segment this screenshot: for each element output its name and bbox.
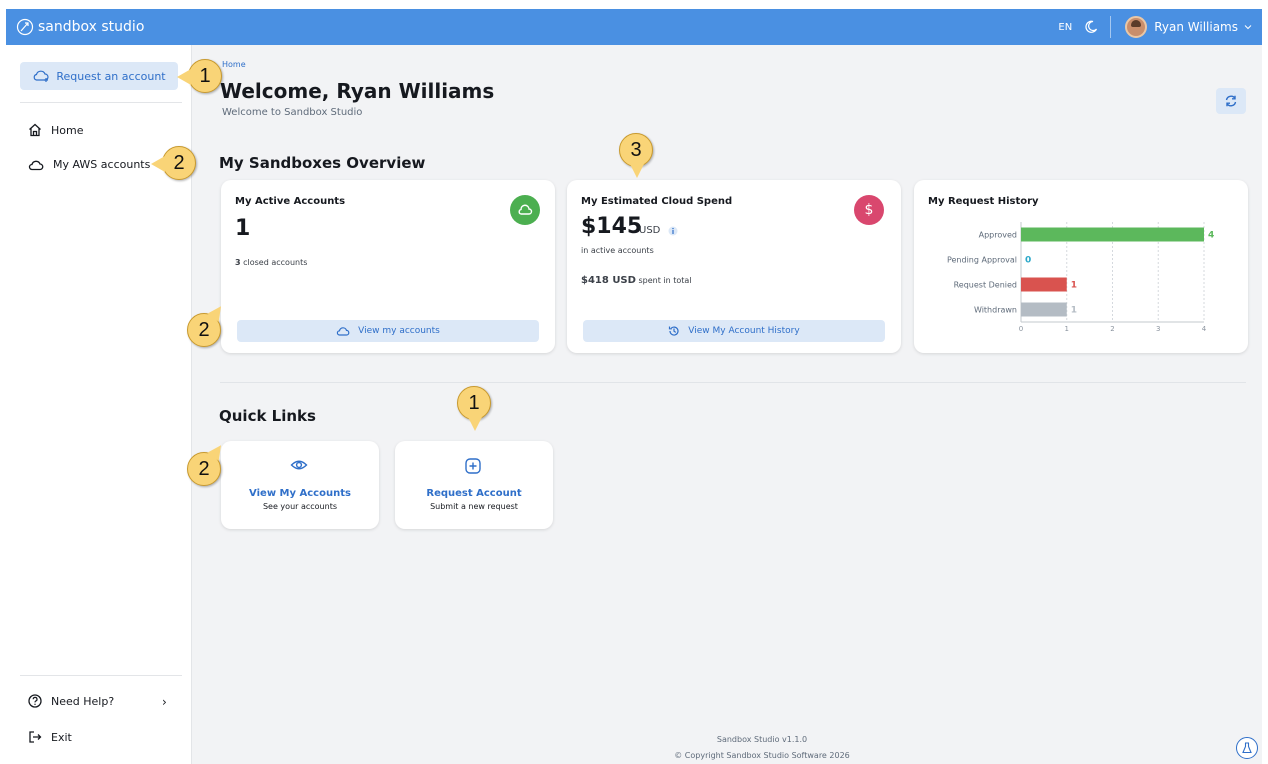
bar bbox=[1021, 227, 1204, 242]
request-history-chart: 0 1 2 3 4 Approved 4 Pending Approval 0 Request D… bbox=[947, 222, 1214, 333]
footer-version: Sandbox Studio v1.1.0 bbox=[716, 735, 808, 744]
data-label: 1 bbox=[1071, 281, 1077, 291]
language-selector[interactable]: EN bbox=[1058, 22, 1072, 33]
cloud-plus-icon bbox=[34, 70, 49, 82]
bar bbox=[1021, 277, 1067, 292]
callout-marker: 1 bbox=[177, 59, 222, 93]
plus-square-icon bbox=[465, 458, 481, 474]
x-tick-label: 1 bbox=[1065, 325, 1069, 333]
total-spend-text: $418 USD spent in total bbox=[581, 275, 692, 286]
active-accounts-card: My Active Accounts 1 3 closed accounts V… bbox=[221, 180, 555, 353]
info-icon[interactable] bbox=[668, 226, 678, 236]
quick-link-title: Request Account bbox=[426, 488, 522, 499]
cloud-icon bbox=[336, 327, 350, 336]
question-circle-icon bbox=[28, 694, 42, 708]
bar bbox=[1021, 302, 1067, 317]
callout-marker: 3 bbox=[619, 133, 653, 178]
history-icon bbox=[669, 326, 679, 336]
app-name: sandbox studio bbox=[38, 19, 145, 35]
request-history-card: My Request History 0 1 2 3 4 Approved 4 Pending… bbox=[914, 180, 1248, 353]
spend-note: in active accounts bbox=[581, 246, 654, 255]
button-label: View my accounts bbox=[358, 326, 440, 336]
quick-links-title: Quick Links bbox=[219, 407, 316, 425]
closed-count: 3 bbox=[235, 258, 241, 267]
card-title: My Active Accounts bbox=[235, 196, 346, 207]
refresh-button[interactable] bbox=[1216, 88, 1246, 114]
x-tick-label: 4 bbox=[1202, 325, 1207, 333]
avatar[interactable] bbox=[1125, 16, 1148, 38]
sidebar-item-help[interactable]: Need Help? bbox=[28, 694, 114, 708]
category-label: Approved bbox=[979, 231, 1017, 240]
quick-link-subtitle: See your accounts bbox=[262, 502, 338, 511]
x-tick-label: 2 bbox=[1110, 325, 1114, 333]
view-account-history-button[interactable]: View My Account History bbox=[583, 320, 885, 342]
total-spend-amount: $418 USD bbox=[581, 275, 636, 286]
spend-amount: $145 bbox=[581, 214, 643, 239]
category-label: Pending Approval bbox=[947, 256, 1017, 265]
chevron-right-icon[interactable]: › bbox=[162, 695, 167, 709]
category-label: Request Denied bbox=[954, 281, 1017, 290]
x-tick-label: 0 bbox=[1019, 325, 1023, 333]
sidebar-item-exit[interactable]: Exit bbox=[28, 730, 72, 744]
quick-link-title: View My Accounts bbox=[249, 488, 351, 499]
sidebar-divider-bottom bbox=[20, 675, 182, 676]
sidebar-item-aws-accounts[interactable]: My AWS accounts bbox=[28, 158, 150, 171]
callout-marker: 2 bbox=[187, 452, 221, 486]
topbar-divider bbox=[1110, 16, 1112, 38]
sidebar-item-label: Need Help? bbox=[51, 694, 115, 708]
request-account-button[interactable]: Request an account bbox=[20, 62, 178, 90]
home-icon bbox=[29, 123, 41, 137]
user-name[interactable]: Ryan Williams bbox=[1154, 20, 1238, 34]
page-title: Welcome, Ryan Williams bbox=[220, 79, 495, 103]
button-label: View My Account History bbox=[688, 326, 800, 336]
breadcrumb[interactable]: Home bbox=[222, 60, 246, 69]
active-count: 1 bbox=[235, 216, 251, 241]
callout-marker: 2 bbox=[151, 146, 196, 180]
view-my-accounts-button[interactable]: View my accounts bbox=[237, 320, 539, 342]
eye-icon bbox=[290, 460, 308, 470]
cloud-spend-card: My Estimated Cloud Spend $ $145 USD in a… bbox=[567, 180, 901, 353]
sidebar-item-label: Home bbox=[51, 123, 84, 137]
refresh-icon bbox=[1225, 95, 1237, 107]
sidebar-item-home[interactable]: Home bbox=[28, 123, 83, 137]
sidebar-divider bbox=[20, 102, 182, 103]
app-logo[interactable]: sandbox studio bbox=[16, 18, 144, 36]
exit-icon bbox=[29, 731, 42, 743]
quick-link-request-account[interactable]: Request Account Submit a new request bbox=[395, 441, 553, 529]
app-window: sandbox studio EN Ryan Williams Request … bbox=[6, 9, 1262, 764]
moon-icon[interactable] bbox=[1084, 20, 1098, 34]
help-fab-button[interactable] bbox=[1236, 737, 1258, 759]
quick-link-view-accounts[interactable]: View My Accounts See your accounts bbox=[221, 441, 379, 529]
closed-label: closed accounts bbox=[243, 258, 308, 267]
callout-marker: 2 bbox=[187, 313, 221, 347]
top-bar: sandbox studio EN Ryan Williams bbox=[6, 9, 1262, 45]
x-tick-label: 3 bbox=[1156, 325, 1160, 333]
closed-accounts-text: 3 closed accounts bbox=[235, 258, 307, 267]
overview-title: My Sandboxes Overview bbox=[219, 154, 426, 172]
total-spend-label: spent in total bbox=[638, 276, 692, 285]
chevron-down-icon[interactable] bbox=[1244, 23, 1252, 31]
request-account-label: Request an account bbox=[56, 69, 166, 83]
flask-icon bbox=[1242, 742, 1252, 754]
dollar-icon: $ bbox=[854, 195, 884, 225]
category-label: Withdrawn bbox=[974, 306, 1017, 315]
rocket-logo-icon bbox=[16, 18, 34, 36]
footer-copyright: © Copyright Sandbox Studio Software 2026 bbox=[674, 751, 850, 760]
quick-link-subtitle: Submit a new request bbox=[430, 502, 518, 511]
section-divider bbox=[220, 382, 1246, 383]
sidebar-item-label: My AWS accounts bbox=[53, 158, 151, 171]
callout-marker: 1 bbox=[457, 386, 491, 431]
cloud-icon bbox=[510, 195, 540, 225]
card-title: My Estimated Cloud Spend bbox=[581, 196, 733, 207]
page-subtitle: Welcome to Sandbox Studio bbox=[222, 107, 363, 118]
cloud-icon bbox=[28, 160, 44, 170]
data-label: 0 bbox=[1025, 256, 1031, 266]
data-label: 4 bbox=[1208, 231, 1214, 241]
sidebar-item-label: Exit bbox=[51, 730, 72, 744]
main-content: Home Welcome, Ryan Williams Welcome to S… bbox=[192, 45, 1262, 764]
data-label: 1 bbox=[1071, 306, 1077, 316]
spend-currency: USD bbox=[639, 225, 661, 236]
